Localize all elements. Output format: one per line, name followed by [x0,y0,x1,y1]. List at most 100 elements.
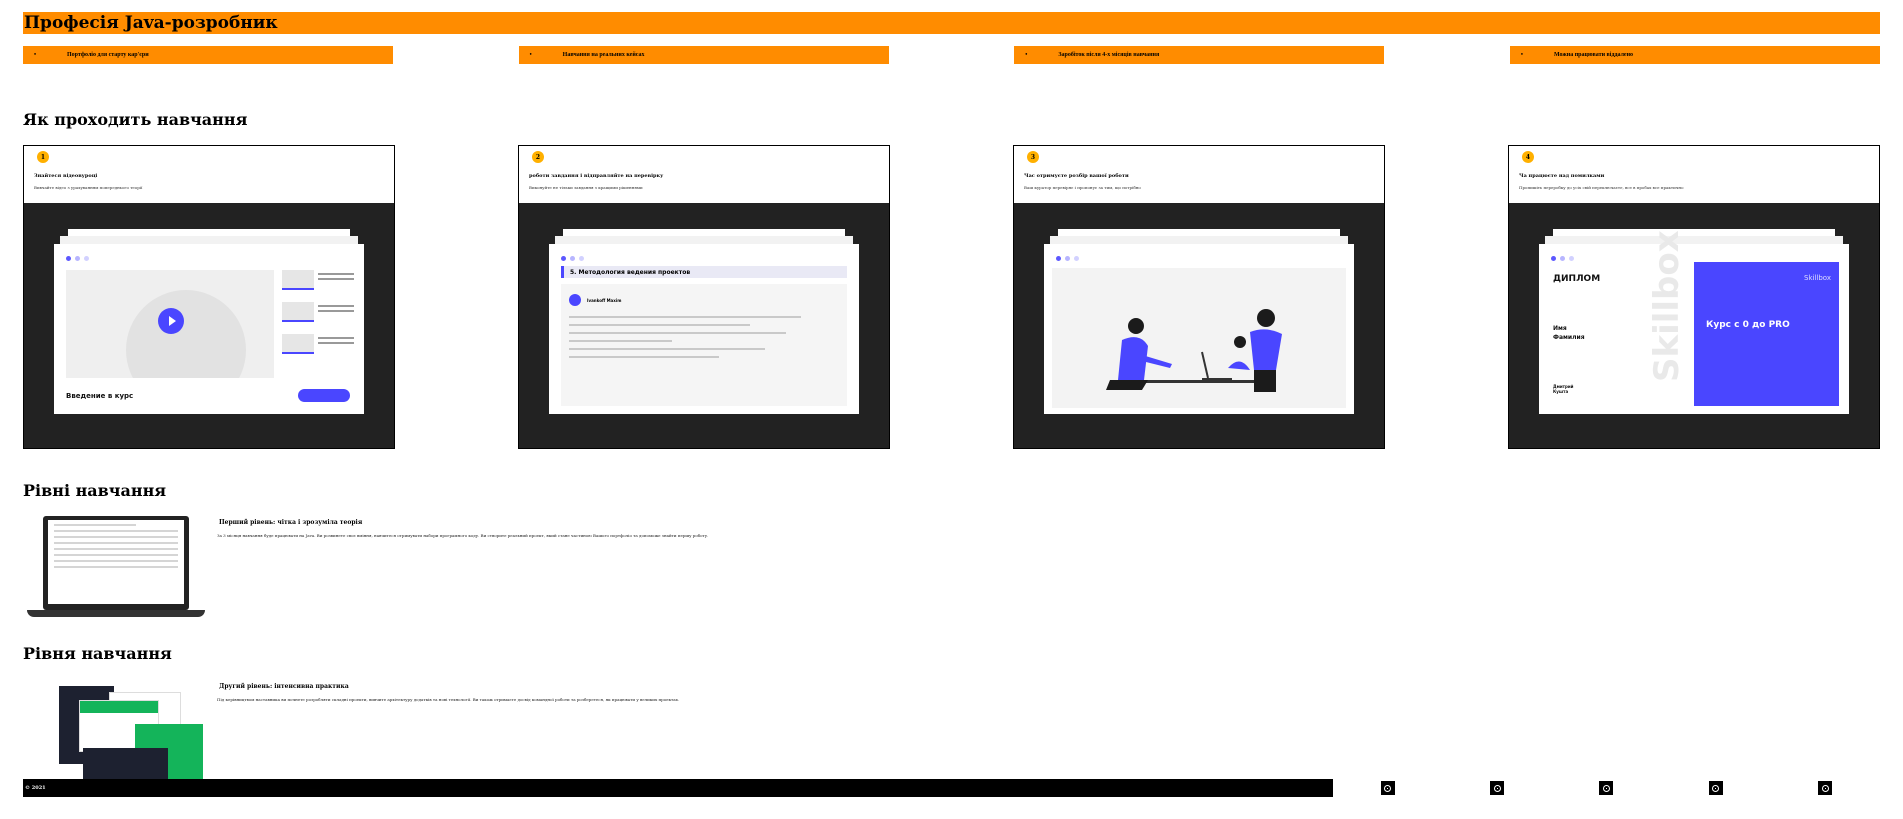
bullet-icon: • [529,52,532,58]
diploma-course: Курс с 0 до PRO [1706,320,1790,330]
reviewer: Ivankoff Maxim [569,294,621,306]
steps-list: 1 Знайтеся відеовуроці Вивчайте відео з … [23,145,1880,449]
benefit-text: Можна працювати віддалено [1553,52,1634,58]
diploma-right: Skillbox Курс с 0 до PRO [1694,262,1839,406]
level-item: Другий рівень: інтенсивна практика Під к… [23,680,1417,792]
lesson-item [282,334,354,356]
benefit-item: • Навчання на реальних кейсах [518,46,889,64]
review-illustration [1052,268,1346,408]
homework-title: 5. Методология ведения проектов [570,268,691,276]
copyright: © 2021 [25,785,46,791]
level-title: Перший рівень: чітка і зрозуміла теорія [219,519,363,526]
level-text: Другий рівень: інтенсивна практика Під к… [217,680,1417,783]
diploma-first-name: Имя [1553,325,1567,332]
benefit-item: • Портфоліо для старту кар'єри [23,46,393,64]
page: Професія Java-розробник • Портфоліо для … [23,12,1880,797]
benefit-text: Заробіток після 4-х місяців навчання [1058,52,1160,58]
benefit-item: • Можна працювати віддалено [1509,46,1880,64]
footer: © 2021 [23,779,1880,797]
step-number: 4 [1522,151,1534,163]
levels-title: Рівні навчання [23,481,167,500]
dashboard-image [23,680,205,792]
levels-title-2: Рівня навчання [23,644,172,663]
diploma-watermark: Skillbox [1647,230,1687,382]
instagram-icon[interactable] [1708,781,1723,795]
step-number: 1 [37,151,49,163]
step-description: Пропишіть переробку до усіх свій переклю… [1519,185,1684,190]
step-card[interactable]: 4 Ча працюєте над помилками Пропишіть пе… [1508,145,1880,449]
level-description: За 3 місяця навчання буде працювати на J… [217,533,709,538]
step-number: 3 [1027,151,1039,163]
video-player [66,270,274,378]
instagram-icon[interactable] [1490,781,1505,795]
lesson-sidebar [282,270,354,366]
homework-text [569,316,827,364]
step-number: 2 [532,151,544,163]
diploma-signature-last: Кушта [1553,389,1569,394]
lesson-item [282,270,354,292]
brand-logo: Skillbox [1804,274,1831,282]
step-description: Виконуйте не тільки завдання з кращими р… [529,185,643,190]
footer-bar: © 2021 [23,779,1333,797]
step-header: 4 Ча працюєте над помилками Пропишіть пе… [1509,146,1879,204]
step-card[interactable]: 3 Час отримуєте розбір вашої роботи Ваш … [1013,145,1385,449]
page-title-bar: Професія Java-розробник [23,12,1880,34]
level-item: Перший рівень: чітка і зрозуміла теорія … [23,516,1417,619]
benefit-list: • Портфоліо для старту кар'єри • Навчанн… [23,46,1880,64]
window-dots [66,256,89,261]
diploma-title: ДИПЛОМ [1553,274,1601,284]
laptop-image [23,516,205,619]
homework-header: 5. Методология ведения проектов [561,266,847,278]
instagram-icon[interactable] [1818,781,1833,795]
page-title: Професія Java-розробник [24,13,278,33]
laptop-screen [43,516,189,610]
play-icon [158,308,184,334]
step-card[interactable]: 1 Знайтеся відеовуроці Вивчайте відео з … [23,145,395,449]
laptop-base [27,610,205,617]
diploma-left: ДИПЛОМ Имя Фамилия Дмитрий Кушта Skillbo… [1539,230,1694,406]
step-illustration [1014,203,1384,448]
social-links [1333,781,1880,795]
avatar [569,294,581,306]
step-title: Час отримуєте розбір вашої роботи [1024,173,1129,179]
diploma-name: Имя Фамилия [1553,324,1585,342]
step-illustration: 5. Методология ведения проектов Ivankoff… [519,203,889,448]
window-dots [1056,256,1079,261]
step-illustration: Введение в курс [24,203,394,448]
diploma-signature: Дмитрий Кушта [1553,384,1573,394]
step-card[interactable]: 2 роботи завдання і відправляйте на пере… [518,145,890,449]
homework-body: Ivankoff Maxim [561,284,847,406]
step-illustration: ДИПЛОМ Имя Фамилия Дмитрий Кушта Skillbo… [1509,203,1879,448]
benefit-text: Портфоліо для старту кар'єри [67,52,149,58]
step-title: роботи завдання і відправляйте на переві… [529,173,664,179]
window-dots [1551,256,1574,261]
benefit-item: • Заробіток після 4-х місяців навчання [1014,46,1385,64]
window-dots [561,256,584,261]
step-header: 1 Знайтеся відеовуроці Вивчайте відео з … [24,146,394,204]
video-title: Введение в курс [66,392,134,400]
bullet-icon: • [33,52,37,58]
step-header: 3 Час отримуєте розбір вашої роботи Ваш … [1014,146,1384,204]
instagram-icon[interactable] [1599,781,1614,795]
step-title: Знайтеся відеовуроці [34,173,98,179]
level-text: Перший рівень: чітка і зрозуміла теорія … [217,516,1417,619]
lesson-item [282,302,354,324]
review-window [1044,244,1354,414]
step-header: 2 роботи завдання і відправляйте на пере… [519,146,889,204]
step-description: Вивчайте відео з урахуванням попередньог… [34,185,143,190]
reviewer-name: Ivankoff Maxim [587,297,622,303]
how-it-works-title: Як проходить навчання [23,110,248,129]
level-description: Під керівництвом наставника ви почнете р… [217,697,680,702]
diploma-window: ДИПЛОМ Имя Фамилия Дмитрий Кушта Skillbo… [1539,230,1849,414]
benefit-text: Навчання на реальних кейсах [562,52,645,58]
bullet-icon: • [1025,52,1028,58]
homework-window: 5. Методология ведения проектов Ivankoff… [549,244,859,414]
instagram-icon[interactable] [1380,781,1395,795]
step-title: Ча працюєте над помилками [1519,173,1605,179]
level-title: Другий рівень: інтенсивна практика [219,683,349,690]
bullet-icon: • [1520,52,1524,58]
people-at-laptop-icon [1106,309,1282,392]
diploma-last-name: Фамилия [1553,334,1585,341]
step-description: Ваш куратор перевіряє і пропонує за тим,… [1024,185,1141,190]
video-button [298,389,350,402]
